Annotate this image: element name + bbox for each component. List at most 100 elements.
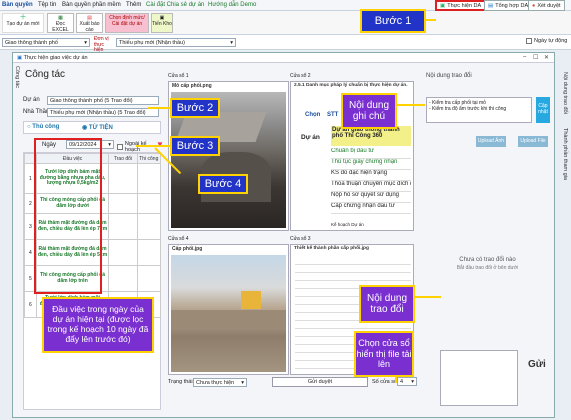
window-count-label: Số cửa sổ	[372, 379, 398, 385]
export-report-button[interactable]: ▤ Xuất báo cáo	[76, 13, 103, 33]
plus-icon: ＋	[19, 14, 27, 21]
window-icon: ▣	[17, 55, 24, 61]
summary-project-button[interactable]: ▤ Tổng hợp DA	[484, 0, 533, 11]
window2-footer: Kế hoạch Dự án	[331, 222, 364, 227]
road-photo	[171, 255, 286, 372]
step2-arrow	[148, 107, 170, 109]
menu-item-software-license[interactable]: Bàn quyền phần mềm	[62, 2, 121, 8]
read-excel-button[interactable]: ▦ Đọc EXCEL	[47, 13, 74, 33]
minimize-icon[interactable]: –	[523, 54, 526, 60]
window3-label: Cửa sổ 3	[290, 236, 311, 242]
window-title: ▣ Thực hiện giao việc dự án	[13, 53, 554, 63]
work-heading: Công tác	[25, 69, 66, 80]
close-icon[interactable]: ✕	[544, 54, 549, 61]
task-construction-cell	[136, 193, 162, 214]
message-input[interactable]	[440, 350, 518, 406]
legal-item: Thỏa thuận chuyển mục đích dụng đất	[331, 181, 411, 192]
approve-button[interactable]: ● Xét duyệt	[528, 0, 565, 11]
project-select[interactable]: Giao thông thành phố ▾	[2, 38, 90, 47]
view-window-4: Cấp phối.jpg	[168, 244, 289, 375]
manual-radio[interactable]: ○ Thủ công	[27, 124, 59, 130]
legal-list: Chuẩn bị đầu tư Thủ tục giấy chứng nhận KS…	[331, 148, 411, 214]
project-label: Dự án	[23, 97, 40, 103]
choose-windows-arrow	[395, 377, 397, 383]
step1-arrow	[426, 19, 436, 21]
exchange-arrow	[415, 296, 441, 298]
upload-image-button[interactable]: Upload Ảnh	[476, 136, 506, 147]
submit-approval-button[interactable]: Gửi duyệt	[272, 377, 368, 387]
task-construction-cell	[136, 265, 162, 292]
legal-item: KS đo đạc hiện trạng	[331, 170, 411, 181]
send-button[interactable]: Gửi	[528, 359, 546, 370]
step2-callout: Bước 2	[170, 98, 220, 118]
window1-file: Mô cấp phối.png	[172, 83, 212, 89]
empty-exchange-title: Chưa có trao đổi nào	[459, 257, 516, 263]
exchange-content-callout: Nội dung trao đổi	[359, 285, 415, 323]
maximize-icon[interactable]: ☐	[533, 54, 538, 61]
filter-row: Giao thông thành phố ▾ Đơn vị thực hiện T…	[0, 35, 571, 53]
col-exchange: Trao đổi	[108, 153, 138, 164]
task-exchange-cell	[108, 213, 138, 240]
auto-radio[interactable]: ◉ TỪ TIỆN	[82, 124, 113, 131]
choose-windows-callout: Chọn cửa sổ hiển thị file tải lên	[354, 331, 414, 377]
window3-file: Thiết kế thành phần cấp phối.jpg	[294, 246, 369, 251]
window-count-select[interactable]: 4 ▾	[397, 377, 417, 386]
new-project-button[interactable]: ＋ Tạo dự án mới	[2, 13, 44, 33]
window4-label: Cửa sổ 4	[168, 236, 189, 242]
legal-item: Cấp chứng nhận đầu tư	[331, 203, 411, 214]
status-select[interactable]: Chưa thực hiện ▾	[193, 378, 247, 387]
upload-file-button[interactable]: Upload File	[518, 136, 548, 147]
step4-callout: Bước 4	[198, 174, 248, 194]
task-construction-cell	[136, 213, 162, 240]
empty-exchange-subtitle: Bắt đầu trao đổi ở bên dưới	[456, 265, 519, 271]
task-exchange-cell	[108, 193, 138, 214]
task-exchange-cell	[108, 163, 138, 194]
legal-item: Thủ tục giấy chứng nhận	[331, 159, 411, 170]
step3-arrow	[136, 145, 170, 147]
contractor-select[interactable]: Thiếu phụ mới (Nhận thầu) ▾	[116, 38, 236, 47]
auto-date-checkbox[interactable]: Ngày tự động	[526, 38, 567, 44]
update-button[interactable]: Cập nhật	[536, 97, 550, 123]
window2-file: 2.5.1 Danh mục pháp lý chuẩn bị thực hiệ…	[294, 83, 408, 88]
note-arrow	[397, 104, 425, 106]
row-project-text: Dự án giao thông thành phố Thi Công 360	[331, 126, 411, 146]
contractor-label: Nhà Thầu	[23, 109, 50, 115]
side-tab-exchange[interactable]: Nội dung trao đổi	[562, 72, 568, 114]
task-explain-callout: Đầu việc trong ngày của dự án hiện tại (…	[42, 297, 154, 353]
task-exchange-cell	[108, 239, 138, 266]
ribbon: ＋ Tạo dự án mới ▦ Đọc EXCEL ▤ Xuất báo cáo …	[0, 11, 571, 35]
window4-file: Cấp phối.jpg	[172, 246, 203, 252]
exchange-panel: Nội dung trao đổi - Kiểm tra cấp phối tạ…	[420, 63, 555, 413]
contractor-field[interactable]: Thiếu phụ mới (Nhận thầu) (5 Trao đổi)	[47, 108, 159, 117]
row-project-label: Dự án	[301, 134, 320, 141]
col-choose: Chọn	[305, 112, 321, 118]
step1-callout: Bước 1	[360, 9, 426, 33]
menu-item-share-settings[interactable]: Cài đặt Chia sẻ dự án	[146, 2, 204, 8]
note-content-callout: Nội dung ghi chú	[341, 93, 397, 129]
task-exchange-cell	[108, 265, 138, 292]
menu-item-more[interactable]: Thêm	[126, 2, 141, 8]
step3-callout: Bước 3	[170, 136, 220, 156]
task-number: 6	[24, 291, 37, 318]
menu-bar: Bàn quyền Tệp tin Bàn quyền phần mềm Thê…	[0, 0, 571, 11]
side-tab-participants[interactable]: Thành phần tham gia	[562, 128, 568, 180]
task-list-highlight	[34, 138, 102, 294]
legal-item: Nộp hồ sơ quyết sử dụng	[331, 192, 411, 203]
project-field[interactable]: Giao thông thành phố (5 Trao đổi)	[47, 96, 159, 105]
window1-label: Cửa sổ 1	[168, 73, 189, 79]
side-tab-work[interactable]: Công tác	[14, 66, 20, 88]
exchange-heading: Nội dung trao đổi	[426, 73, 472, 79]
project-settings-button[interactable]: Chọn định mức/ Cài đặt dự án	[105, 13, 149, 33]
menu-item-demo-guide[interactable]: Hướng dẫn Demo	[208, 2, 256, 8]
task-construction-cell	[136, 239, 162, 266]
legal-item: Chuẩn bị đầu tư	[331, 148, 411, 159]
execute-project-button[interactable]: ▣ Thực hiện DA	[435, 0, 487, 11]
window2-label: Cửa sổ 2	[290, 73, 311, 79]
col-construction: Thi công	[136, 153, 162, 164]
notes-textarea[interactable]: - Kiểm tra cấp phối tại mỏ - Kiểm tra độ…	[426, 97, 532, 123]
inventory-button[interactable]: ▣ Tiến Kho	[151, 13, 173, 33]
menu-item-license[interactable]: Bàn quyền	[2, 2, 33, 8]
menu-item-file[interactable]: Tệp tin	[38, 2, 56, 8]
task-construction-cell	[136, 163, 162, 194]
col-stt: STT	[327, 112, 339, 118]
